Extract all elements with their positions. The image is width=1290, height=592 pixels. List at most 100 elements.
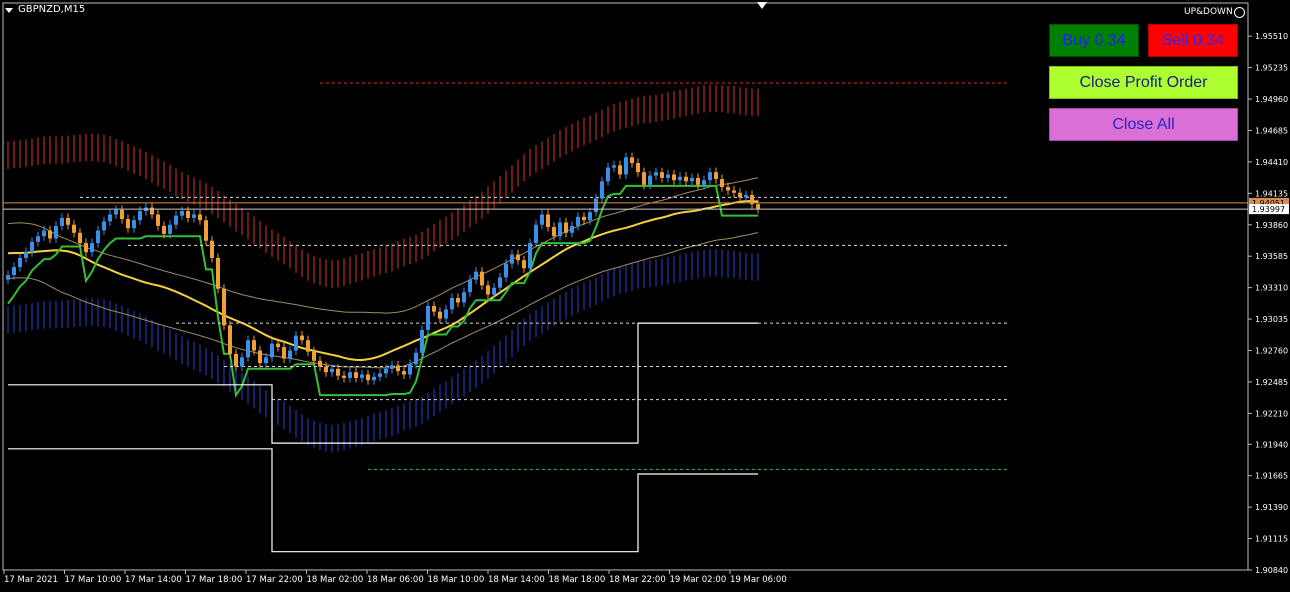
candle-body [390, 365, 394, 369]
candle-body [60, 217, 64, 226]
candle-body [108, 214, 112, 222]
candle-body [78, 232, 82, 244]
x-tick-label: 17 Mar 14:00 [125, 575, 182, 585]
candle-body [12, 267, 16, 276]
candle-body [456, 297, 460, 303]
sell-button[interactable]: Sell 0.34 [1148, 24, 1238, 57]
candle-body [726, 187, 730, 191]
candle-body [690, 177, 694, 182]
candle-body [474, 271, 478, 280]
candle-body [234, 353, 238, 367]
candle-body [288, 350, 292, 359]
chart-menu-arrow-icon[interactable] [5, 8, 13, 13]
candle-body [756, 204, 760, 209]
candle-body [486, 285, 490, 295]
candle-body [498, 277, 502, 288]
ma-yellow-line [7, 200, 759, 362]
x-tick-label: 18 Mar 14:00 [488, 575, 545, 585]
x-tick-label: 18 Mar 22:00 [609, 575, 666, 585]
x-tick-label: 17 Mar 22:00 [246, 575, 303, 585]
current-price-label: 1.93997 [1252, 205, 1285, 214]
candle-body [606, 167, 610, 182]
close-all-button[interactable]: Close All [1049, 108, 1238, 141]
candle-body [96, 230, 100, 244]
candle-body [354, 372, 358, 378]
candle-body [120, 209, 124, 220]
candle-body [414, 352, 418, 365]
candle-body [630, 157, 634, 164]
candle-body [612, 165, 616, 168]
candle-body [402, 371, 406, 375]
candle-body [204, 220, 208, 241]
candle-body [366, 374, 370, 381]
candle-body [18, 257, 22, 268]
candle-body [594, 198, 598, 213]
step-level-line [8, 448, 758, 553]
candle-body [666, 174, 670, 178]
candle-body [480, 271, 484, 286]
y-tick-label: 1.92760 [1255, 347, 1288, 356]
shift-marker-icon[interactable] [757, 2, 767, 9]
candle-body [174, 215, 178, 225]
x-tick-label: 17 Mar 18:00 [186, 575, 243, 585]
candle-body [678, 176, 682, 181]
candle-body [624, 157, 628, 175]
candle-body [240, 357, 244, 367]
candle-body [552, 227, 556, 237]
x-tick-label: 19 Mar 02:00 [670, 575, 727, 585]
candle-body [324, 366, 328, 373]
candle-body [378, 373, 382, 377]
candle-body [6, 275, 10, 280]
candle-body [522, 260, 526, 269]
candle-body [348, 372, 352, 378]
candle-body [114, 209, 118, 215]
candle-body [570, 225, 574, 233]
candle-body [618, 165, 622, 175]
candle-body [216, 257, 220, 289]
candle-body [294, 335, 298, 351]
buy-button[interactable]: Buy 0.34 [1049, 24, 1139, 57]
candle-body [84, 243, 88, 253]
candle-body [282, 347, 286, 359]
indicator-label: UP&DOWN [1184, 7, 1233, 17]
close-profit-order-button[interactable]: Close Profit Order [1049, 66, 1238, 99]
candle-body [396, 365, 400, 372]
y-tick-label: 1.93585 [1255, 252, 1288, 261]
candle-body [654, 172, 658, 176]
candle-body [90, 243, 94, 253]
candle-body [504, 263, 508, 278]
candle-body [258, 350, 262, 364]
candle-body [660, 172, 664, 178]
candle-body [696, 177, 700, 185]
candle-body [138, 211, 142, 221]
y-tick-label: 1.93310 [1255, 284, 1288, 293]
candle-body [318, 360, 322, 367]
candle-body [528, 243, 532, 269]
candle-body [126, 219, 130, 229]
candle-body [648, 175, 652, 185]
candle-body [336, 368, 340, 376]
candle-body [30, 241, 34, 253]
candle-body [312, 351, 316, 361]
candle-body [102, 221, 106, 231]
candle-body [720, 179, 724, 188]
chart-area[interactable]: 1.95510 1.95235 1.94960 1.94685 1.94410 1.941… [0, 0, 1290, 592]
candle-body [420, 329, 424, 353]
y-tick-label: 1.94960 [1255, 95, 1288, 104]
candle-body [228, 325, 232, 354]
candle-body [492, 287, 496, 295]
candle-body [24, 252, 28, 258]
candle-body [360, 374, 364, 378]
x-tick-label: 18 Mar 10:00 [428, 575, 485, 585]
candle-body [246, 340, 250, 358]
candle-body [588, 212, 592, 221]
candle-body [330, 368, 334, 373]
candle-body [636, 163, 640, 173]
y-tick-label: 1.94685 [1255, 126, 1288, 135]
candle-body [156, 214, 160, 226]
candle-body [66, 217, 70, 225]
candle-body [72, 224, 76, 233]
candle-body [300, 335, 304, 341]
y-tick-label: 1.91390 [1255, 503, 1288, 512]
candle-body [564, 222, 568, 233]
